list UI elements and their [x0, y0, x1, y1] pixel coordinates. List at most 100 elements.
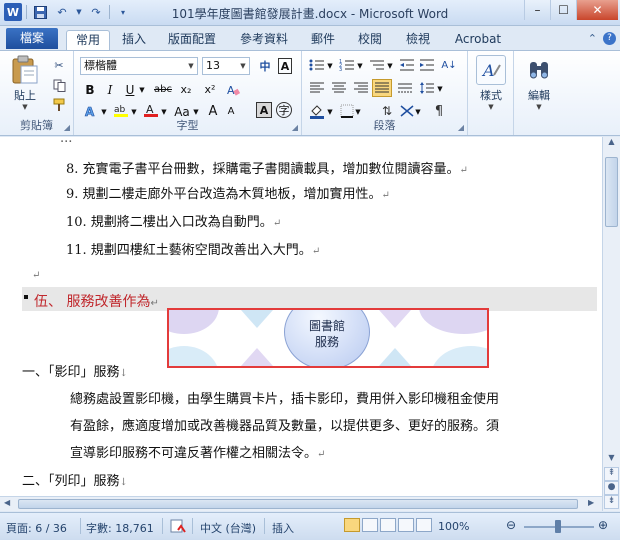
highlight-icon[interactable]: ab: [112, 102, 130, 118]
list-item-text: 9. 規劃二樓走廊外平台改造為木質地板，增加實用性。: [66, 187, 382, 202]
scroll-right-icon[interactable]: ▶: [588, 498, 594, 507]
clipboard-group-label: 剪貼簿: [20, 119, 53, 132]
scroll-left-icon[interactable]: ◀: [4, 498, 10, 507]
zoom-slider-knob[interactable]: [555, 520, 561, 533]
minimize-button[interactable]: –: [524, 0, 550, 20]
tab-view[interactable]: 檢視: [403, 30, 433, 50]
styles-button[interactable]: A 樣式 ▼: [472, 55, 510, 111]
strikethrough-button[interactable]: abc: [152, 81, 174, 99]
underline-dropdown-icon[interactable]: ▼: [138, 81, 146, 99]
paste-dropdown-icon[interactable]: ▼: [8, 103, 42, 111]
web-layout-view-icon[interactable]: [380, 518, 396, 532]
section-heading: 伍、 服務改善作為↵: [34, 291, 159, 311]
outline-view-icon[interactable]: [398, 518, 414, 532]
distributed-icon[interactable]: [396, 80, 414, 96]
subscript-button[interactable]: x₂: [176, 81, 196, 99]
bullets-dropdown-icon[interactable]: ▼: [326, 57, 334, 75]
maximize-button[interactable]: ☐: [550, 0, 576, 20]
paragraph-mark-icon: ↵: [459, 165, 468, 176]
bullets-icon[interactable]: [308, 57, 326, 73]
font-color-icon[interactable]: A: [142, 102, 160, 118]
proofing-icon[interactable]: [170, 518, 186, 537]
editing-button[interactable]: 編輯 ▼: [520, 55, 558, 111]
horizontal-scrollbar[interactable]: ◀ ▶: [0, 496, 602, 511]
zoom-in-icon[interactable]: ⊕: [598, 518, 608, 532]
character-shading-icon[interactable]: A: [256, 102, 272, 118]
font-launcher-icon[interactable]: ◢: [292, 123, 298, 132]
minimize-ribbon-icon[interactable]: ⌃: [588, 32, 597, 45]
subsection-title: 一、「影印」服務↓: [22, 361, 128, 380]
paragraph-mark-icon: ↵: [311, 246, 321, 257]
bold-button[interactable]: B: [82, 81, 98, 99]
paragraph-launcher-icon[interactable]: ◢: [458, 123, 464, 132]
numbering-dropdown-icon[interactable]: ▼: [356, 57, 364, 75]
previous-page-icon[interactable]: ⇞: [604, 467, 619, 481]
phonetic-guide-icon[interactable]: 中: [256, 58, 274, 74]
close-button[interactable]: ✕: [576, 0, 618, 20]
zoom-level[interactable]: 100%: [438, 520, 469, 533]
clear-formatting-icon[interactable]: A: [224, 82, 242, 98]
zoom-out-icon[interactable]: ⊖: [506, 518, 516, 532]
tab-review[interactable]: 校閱: [355, 30, 385, 50]
editing-dropdown-icon[interactable]: ▼: [520, 103, 558, 111]
enclose-characters-icon[interactable]: 字: [276, 102, 292, 118]
multilevel-list-icon[interactable]: [368, 57, 386, 73]
print-layout-view-icon[interactable]: [344, 518, 360, 532]
tab-references[interactable]: 參考資料: [236, 30, 292, 50]
numbering-icon[interactable]: 123: [338, 57, 356, 73]
diagram-arrow-icon: [379, 348, 411, 366]
insert-mode-indicator[interactable]: 插入: [272, 520, 294, 536]
title-bar: W ↶ ▼ ↷ ▾ 101學年度圖書館發展計畫.docx - Microsoft…: [0, 0, 620, 26]
font-size-dropdown-icon[interactable]: ▼: [237, 58, 249, 74]
paste-button[interactable]: 貼上 ▼: [8, 55, 42, 111]
full-screen-reading-view-icon[interactable]: [362, 518, 378, 532]
styles-dropdown-icon[interactable]: ▼: [472, 103, 510, 111]
vertical-scroll-thumb[interactable]: [605, 157, 618, 227]
body-line-text: 總務處設置影印機，由學生購買卡片，插卡影印，費用併入影印機租金使用: [70, 392, 500, 407]
tab-mailings[interactable]: 郵件: [308, 30, 338, 50]
svg-text:A: A: [481, 61, 495, 80]
character-border-icon[interactable]: A: [278, 58, 292, 74]
draft-view-icon[interactable]: [416, 518, 432, 532]
font-name-dropdown-icon[interactable]: ▼: [185, 58, 197, 74]
italic-button[interactable]: I: [102, 81, 118, 99]
align-center-icon[interactable]: [330, 80, 348, 96]
help-icon[interactable]: ?: [603, 32, 616, 45]
cut-icon[interactable]: ✂: [50, 57, 68, 73]
select-browse-object-icon[interactable]: ●: [604, 481, 619, 495]
clipboard-launcher-icon[interactable]: ◢: [64, 123, 70, 132]
font-size-combo[interactable]: 13 ▼: [202, 57, 250, 75]
language-indicator[interactable]: 中文 (台灣): [200, 520, 256, 536]
document-canvas[interactable]: ... 8. 充實電子書平台冊數，採購電子書閱讀載具，增加數位閱讀容量。↵ 9.…: [0, 137, 602, 511]
superscript-button[interactable]: x²: [200, 81, 220, 99]
tab-home[interactable]: 常用: [66, 30, 110, 51]
align-right-icon[interactable]: [352, 80, 370, 96]
tab-insert[interactable]: 插入: [116, 30, 152, 50]
horizontal-scroll-thumb[interactable]: [18, 499, 578, 509]
line-spacing-icon[interactable]: [418, 80, 436, 96]
scroll-down-icon[interactable]: ▼: [603, 453, 620, 467]
service-diagram[interactable]: 圖書館 服務: [167, 308, 489, 368]
scroll-up-icon[interactable]: ▲: [603, 137, 620, 151]
vertical-scrollbar[interactable]: ▲ ▼ ⇞ ● ⇟: [602, 137, 620, 511]
underline-button[interactable]: U: [122, 81, 138, 99]
chinese-layout-icon[interactable]: A↓: [440, 57, 458, 73]
font-group: 標楷體 ▼ 13 ▼ 中 A B I U ▼ abc x₂ x² A A ▼ a…: [74, 51, 302, 135]
align-left-icon[interactable]: [308, 80, 326, 96]
multilevel-dropdown-icon[interactable]: ▼: [386, 57, 394, 75]
copy-icon[interactable]: [50, 77, 68, 93]
justify-icon[interactable]: [372, 79, 392, 97]
word-count[interactable]: 字數: 18,761: [86, 520, 154, 536]
line-spacing-dropdown-icon[interactable]: ▼: [436, 80, 444, 98]
paste-icon: [10, 55, 40, 85]
subsection-title: 二、「列印」服務↓: [22, 470, 128, 489]
font-name-combo[interactable]: 標楷體 ▼: [80, 57, 198, 75]
tab-acrobat[interactable]: Acrobat: [450, 30, 506, 50]
decrease-indent-icon[interactable]: [398, 57, 416, 73]
tab-page-layout[interactable]: 版面配置: [164, 30, 220, 50]
page-count[interactable]: 頁面: 6 / 36: [6, 520, 67, 536]
next-page-icon[interactable]: ⇟: [604, 495, 619, 509]
tab-file[interactable]: 檔案: [6, 28, 58, 49]
increase-indent-icon[interactable]: [418, 57, 436, 73]
format-painter-icon[interactable]: [50, 97, 68, 113]
